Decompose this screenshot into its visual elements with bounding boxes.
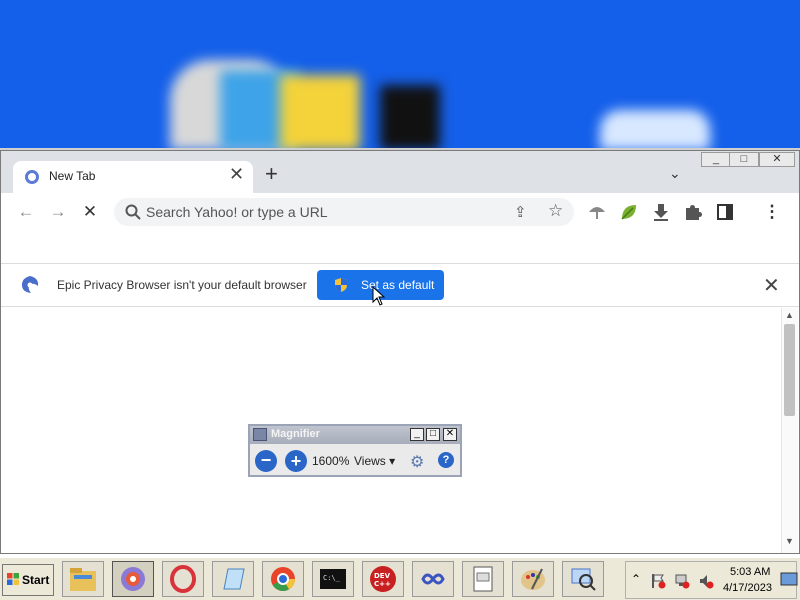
epic-browser-icon — [121, 567, 145, 591]
magnifier-title: Magnifier — [271, 428, 320, 440]
omnibox-placeholder: Search Yahoo! or type a URL — [146, 204, 328, 220]
windows-flag-icon — [7, 573, 19, 585]
taskbar-command-prompt[interactable]: C:\_ — [312, 561, 354, 597]
svg-text:DEV: DEV — [374, 572, 391, 580]
window-controls: _ □ ✕ — [701, 152, 796, 168]
opera-icon — [170, 565, 196, 593]
tab-title: New Tab — [49, 169, 96, 183]
magnifier-maximize-button[interactable]: □ — [426, 428, 440, 441]
zoom-in-button[interactable]: + — [285, 450, 307, 472]
taskbar-chrome[interactable] — [262, 561, 304, 597]
taskbar-opera[interactable] — [162, 561, 204, 597]
volume-icon[interactable] — [698, 573, 714, 589]
start-button[interactable]: Start — [2, 564, 54, 596]
scroll-up-arrow-icon[interactable]: ▲ — [785, 310, 794, 320]
paint-palette-icon — [521, 568, 545, 590]
magnifier-window: Magnifier _ □ ✕ − + 1600% Views ▾ ⚙ ? — [248, 424, 462, 477]
back-arrow-icon[interactable]: ← — [15, 201, 37, 223]
download-icon[interactable] — [651, 202, 671, 222]
extensions-puzzle-icon[interactable] — [683, 202, 703, 222]
bookmark-star-icon[interactable]: ☆ — [548, 201, 563, 221]
share-icon[interactable]: ⇪ — [514, 203, 527, 221]
action-center-flag-icon[interactable] — [650, 573, 666, 589]
scroll-down-arrow-icon[interactable]: ▼ — [785, 536, 794, 546]
forward-arrow-icon[interactable]: → — [47, 201, 69, 223]
side-panel-icon[interactable] — [715, 202, 735, 222]
start-label: Start — [22, 573, 50, 587]
tab-search-chevron-icon[interactable]: ⌄ — [669, 165, 689, 185]
magnifier-app-taskbar-icon — [571, 568, 596, 591]
stop-icon[interactable]: ✕ — [79, 201, 101, 223]
taskbar: Start C:\_ DEV C++ ⌃ 5:03 AM 4/17/2023 — [0, 556, 800, 600]
svg-text:C:\_: C:\_ — [323, 574, 341, 582]
svg-text:C++: C++ — [374, 580, 391, 588]
maximize-button[interactable]: □ — [729, 152, 759, 167]
omnibox[interactable]: Search Yahoo! or type a URL ⇪ ☆ — [114, 198, 574, 226]
uac-shield-icon — [335, 278, 347, 292]
command-prompt-icon: C:\_ — [320, 569, 346, 589]
infobar-close-icon[interactable]: ✕ — [763, 273, 780, 298]
umbrella-icon[interactable] — [587, 202, 607, 222]
taskbar-html-file[interactable] — [462, 561, 504, 597]
magnified-blob — [280, 75, 360, 148]
taskbar-notepad[interactable] — [212, 561, 254, 597]
epic-favicon-icon — [25, 170, 39, 184]
show-desktop-icon[interactable] — [780, 572, 798, 586]
notepad-icon — [223, 568, 245, 590]
chrome-icon — [271, 567, 295, 592]
new-tab-button[interactable]: + — [265, 163, 278, 185]
views-dropdown[interactable]: Views ▾ — [354, 454, 395, 468]
magnified-blob — [600, 110, 710, 148]
browser-window: New Tab ✕ + ⌄ _ □ ✕ ← → ✕ Search Yahoo! … — [0, 150, 800, 554]
taskbar-epic-browser[interactable] — [112, 561, 154, 597]
vertical-scrollbar[interactable]: ▲ ▼ — [781, 308, 798, 553]
taskbar-dev-cpp[interactable]: DEV C++ — [362, 561, 404, 597]
magnified-blob — [380, 85, 440, 148]
zoom-out-button[interactable]: − — [255, 450, 277, 472]
help-icon[interactable]: ? — [438, 452, 454, 468]
system-tray: ⌃ 5:03 AM 4/17/2023 — [625, 561, 797, 599]
menu-kebab-icon[interactable]: ⋮ — [761, 201, 783, 223]
magnifier-app-icon — [253, 428, 267, 441]
search-icon — [125, 204, 141, 220]
vpn-leaf-icon[interactable] — [619, 202, 639, 222]
folder-icon — [70, 568, 96, 591]
default-browser-infobar: Epic Privacy Browser isn't your default … — [1, 263, 799, 307]
taskbar-file-explorer[interactable] — [62, 561, 104, 597]
tab-new-tab[interactable]: New Tab ✕ — [13, 161, 253, 193]
tab-strip: New Tab ✕ + ⌄ _ □ ✕ — [1, 151, 799, 193]
mouse-pointer-icon — [372, 286, 386, 306]
taskbar-magnifier[interactable] — [562, 561, 604, 597]
taskbar-paint[interactable] — [512, 561, 554, 597]
network-icon[interactable] — [674, 573, 690, 589]
close-button[interactable]: ✕ — [759, 152, 795, 167]
clock-date[interactable]: 4/17/2023 — [723, 582, 772, 594]
magnifier-minimize-button[interactable]: _ — [410, 428, 424, 441]
show-hidden-icons-arrow-icon[interactable]: ⌃ — [631, 572, 641, 586]
zoom-level: 1600% — [312, 454, 350, 468]
magnified-view — [0, 0, 800, 150]
magnifier-close-button[interactable]: ✕ — [443, 428, 457, 441]
epic-logo-icon — [22, 276, 39, 293]
options-gear-icon[interactable]: ⚙ — [410, 452, 424, 472]
tab-close-icon[interactable]: ✕ — [229, 164, 244, 185]
taskbar-infinity-app[interactable] — [412, 561, 454, 597]
magnifier-titlebar[interactable]: Magnifier _ □ ✕ — [250, 426, 460, 444]
minimize-button[interactable]: _ — [701, 152, 731, 167]
clock-time[interactable]: 5:03 AM — [730, 566, 770, 578]
infinity-icon — [421, 573, 445, 585]
html-file-icon — [473, 566, 493, 592]
infobar-message: Epic Privacy Browser isn't your default … — [57, 278, 307, 292]
toolbar: ← → ✕ Search Yahoo! or type a URL ⇪ ☆ ⋮ — [1, 193, 799, 231]
scroll-thumb[interactable] — [784, 324, 795, 416]
dev-cpp-icon: DEVC++ — [370, 566, 396, 592]
